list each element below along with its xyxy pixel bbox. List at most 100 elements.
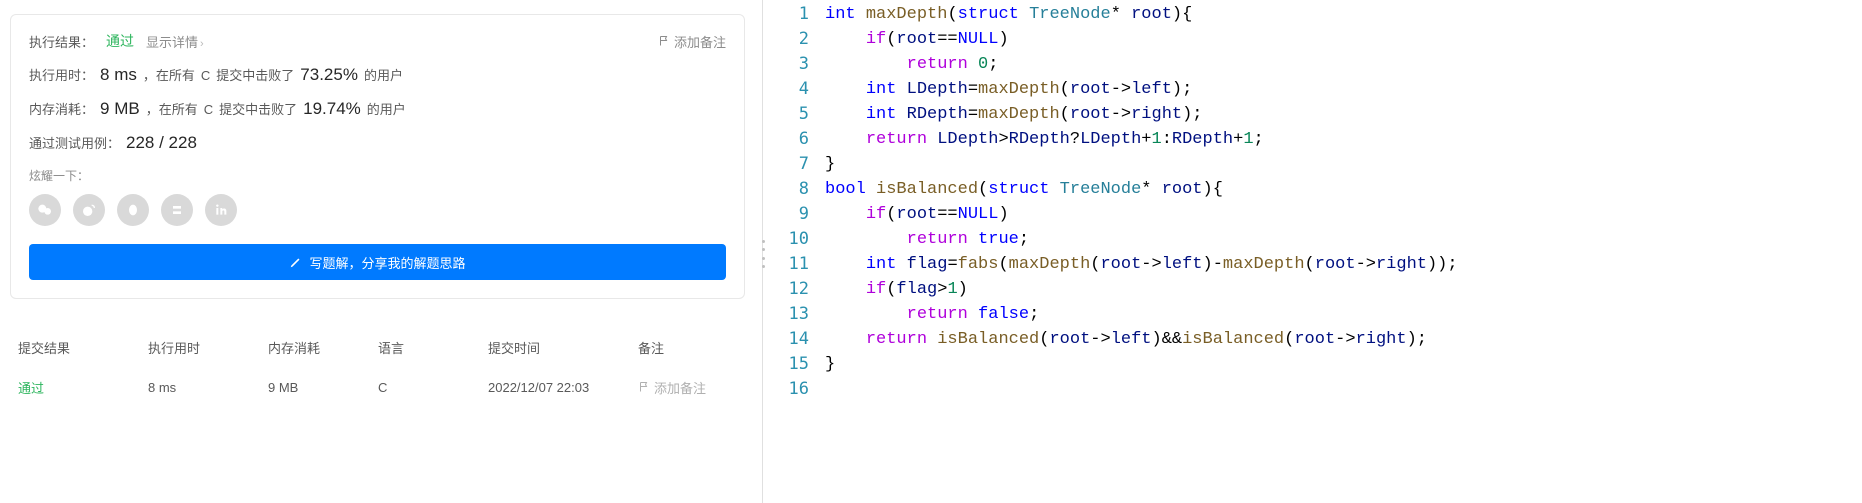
code-line[interactable]: 11 int flag=fabs(maxDepth(root->left)-ma… <box>771 252 1862 277</box>
th-runtime: 执行用时 <box>148 338 268 357</box>
pencil-icon <box>289 255 303 269</box>
code-line[interactable]: 1int maxDepth(struct TreeNode* root){ <box>771 2 1862 27</box>
code-content[interactable]: return 0; <box>825 52 998 77</box>
code-line[interactable]: 5 int RDepth=maxDepth(root->right); <box>771 102 1862 127</box>
line-number: 1 <box>771 2 825 27</box>
row-runtime: 8 ms <box>148 380 268 395</box>
line-number: 13 <box>771 302 825 327</box>
line-number: 6 <box>771 127 825 152</box>
line-number: 7 <box>771 152 825 177</box>
memory-value: 9 MB <box>100 99 140 119</box>
result-panel: 执行结果： 通过 显示详情› 添加备注 执行用时： 8 ms ，在所有 C 提交… <box>0 0 755 503</box>
linkedin-icon[interactable] <box>205 194 237 226</box>
th-note: 备注 <box>638 338 748 357</box>
code-content[interactable]: if(root==NULL) <box>825 202 1009 227</box>
line-number: 14 <box>771 327 825 352</box>
memory-lang: C <box>204 102 213 117</box>
runtime-row: 执行用时： 8 ms ，在所有 C 提交中击败了 73.25% 的用户 <box>29 65 726 85</box>
runtime-t2: 提交中击败了 <box>216 65 294 84</box>
row-result[interactable]: 通过 <box>18 378 148 397</box>
code-editor[interactable]: 1int maxDepth(struct TreeNode* root){2 i… <box>771 0 1862 503</box>
memory-t1: ，在所有 <box>146 99 198 118</box>
flag-icon <box>658 35 670 47</box>
code-line[interactable]: 7} <box>771 152 1862 177</box>
show-detail-link[interactable]: 显示详情› <box>146 32 204 51</box>
line-number: 12 <box>771 277 825 302</box>
code-content[interactable]: return false; <box>825 302 1039 327</box>
line-number: 11 <box>771 252 825 277</box>
cases-row: 通过测试用例： 228 / 228 <box>29 133 726 153</box>
runtime-label: 执行用时： <box>29 65 94 84</box>
flag-icon <box>638 381 650 393</box>
code-content[interactable]: return LDepth>RDepth?LDepth+1:RDepth+1; <box>825 127 1264 152</box>
code-line[interactable]: 10 return true; <box>771 227 1862 252</box>
code-line[interactable]: 12 if(flag>1) <box>771 277 1862 302</box>
brag-label: 炫耀一下： <box>29 167 726 184</box>
submissions-table: 提交结果 执行用时 内存消耗 语言 提交时间 备注 通过 8 ms 9 MB C… <box>0 327 755 407</box>
runtime-lang: C <box>201 68 210 83</box>
runtime-t1: ，在所有 <box>143 65 195 84</box>
code-content[interactable]: if(flag>1) <box>825 277 968 302</box>
row-lang: C <box>378 380 488 395</box>
code-content[interactable]: int RDepth=maxDepth(root->right); <box>825 102 1203 127</box>
code-content[interactable]: int maxDepth(struct TreeNode* root){ <box>825 2 1192 27</box>
th-memory: 内存消耗 <box>268 338 378 357</box>
line-number: 10 <box>771 227 825 252</box>
code-line[interactable]: 13 return false; <box>771 302 1862 327</box>
line-number: 9 <box>771 202 825 227</box>
show-detail-text: 显示详情 <box>146 35 198 50</box>
status-badge: 通过 <box>106 31 134 51</box>
line-number: 8 <box>771 177 825 202</box>
code-line[interactable]: 4 int LDepth=maxDepth(root->left); <box>771 77 1862 102</box>
code-line[interactable]: 6 return LDepth>RDepth?LDepth+1:RDepth+1… <box>771 127 1862 152</box>
qq-icon[interactable] <box>117 194 149 226</box>
th-lang: 语言 <box>378 338 488 357</box>
result-card: 执行结果： 通过 显示详情› 添加备注 执行用时： 8 ms ，在所有 C 提交… <box>10 14 745 299</box>
line-number: 2 <box>771 27 825 52</box>
th-time: 提交时间 <box>488 338 638 357</box>
code-line[interactable]: 15} <box>771 352 1862 377</box>
grip-icon <box>760 240 766 268</box>
code-line[interactable]: 14 return isBalanced(root->left)&&isBala… <box>771 327 1862 352</box>
share-row: 炫耀一下： <box>29 167 726 226</box>
add-note-button[interactable]: 添加备注 <box>658 32 726 51</box>
result-header: 执行结果： 通过 显示详情› 添加备注 <box>29 31 726 51</box>
line-number: 3 <box>771 52 825 77</box>
write-solution-label: 写题解，分享我的解题思路 <box>309 253 465 272</box>
table-row[interactable]: 通过 8 ms 9 MB C 2022/12/07 22:03 添加备注 <box>0 367 755 407</box>
line-number: 16 <box>771 377 825 402</box>
panel-splitter[interactable] <box>755 0 771 503</box>
cases-value: 228 / 228 <box>126 133 197 153</box>
code-content[interactable]: } <box>825 352 835 377</box>
line-number: 5 <box>771 102 825 127</box>
row-note-label: 添加备注 <box>654 378 706 397</box>
share-icons <box>29 194 726 226</box>
runtime-pct: 73.25% <box>300 65 358 85</box>
code-line[interactable]: 8bool isBalanced(struct TreeNode* root){ <box>771 177 1862 202</box>
code-content[interactable]: return true; <box>825 227 1029 252</box>
code-line[interactable]: 9 if(root==NULL) <box>771 202 1862 227</box>
row-memory: 9 MB <box>268 380 378 395</box>
wechat-icon[interactable] <box>29 194 61 226</box>
code-line[interactable]: 3 return 0; <box>771 52 1862 77</box>
code-line[interactable]: 2 if(root==NULL) <box>771 27 1862 52</box>
douban-icon[interactable] <box>161 194 193 226</box>
code-line[interactable]: 16 <box>771 377 1862 402</box>
chevron-right-icon: › <box>200 38 204 50</box>
weibo-icon[interactable] <box>73 194 105 226</box>
memory-label: 内存消耗： <box>29 99 94 118</box>
code-content[interactable]: if(root==NULL) <box>825 27 1009 52</box>
code-content[interactable]: return isBalanced(root->left)&&isBalance… <box>825 327 1427 352</box>
code-content[interactable]: bool isBalanced(struct TreeNode* root){ <box>825 177 1223 202</box>
write-solution-button[interactable]: 写题解，分享我的解题思路 <box>29 244 726 280</box>
add-note-label: 添加备注 <box>674 32 726 51</box>
memory-t2: 提交中击败了 <box>219 99 297 118</box>
memory-t3: 的用户 <box>367 99 406 118</box>
cases-label: 通过测试用例： <box>29 133 120 152</box>
row-add-note[interactable]: 添加备注 <box>638 378 748 397</box>
code-content[interactable]: int LDepth=maxDepth(root->left); <box>825 77 1192 102</box>
table-header: 提交结果 执行用时 内存消耗 语言 提交时间 备注 <box>0 327 755 367</box>
th-result: 提交结果 <box>18 338 148 357</box>
code-content[interactable]: } <box>825 152 835 177</box>
code-content[interactable]: int flag=fabs(maxDepth(root->left)-maxDe… <box>825 252 1458 277</box>
